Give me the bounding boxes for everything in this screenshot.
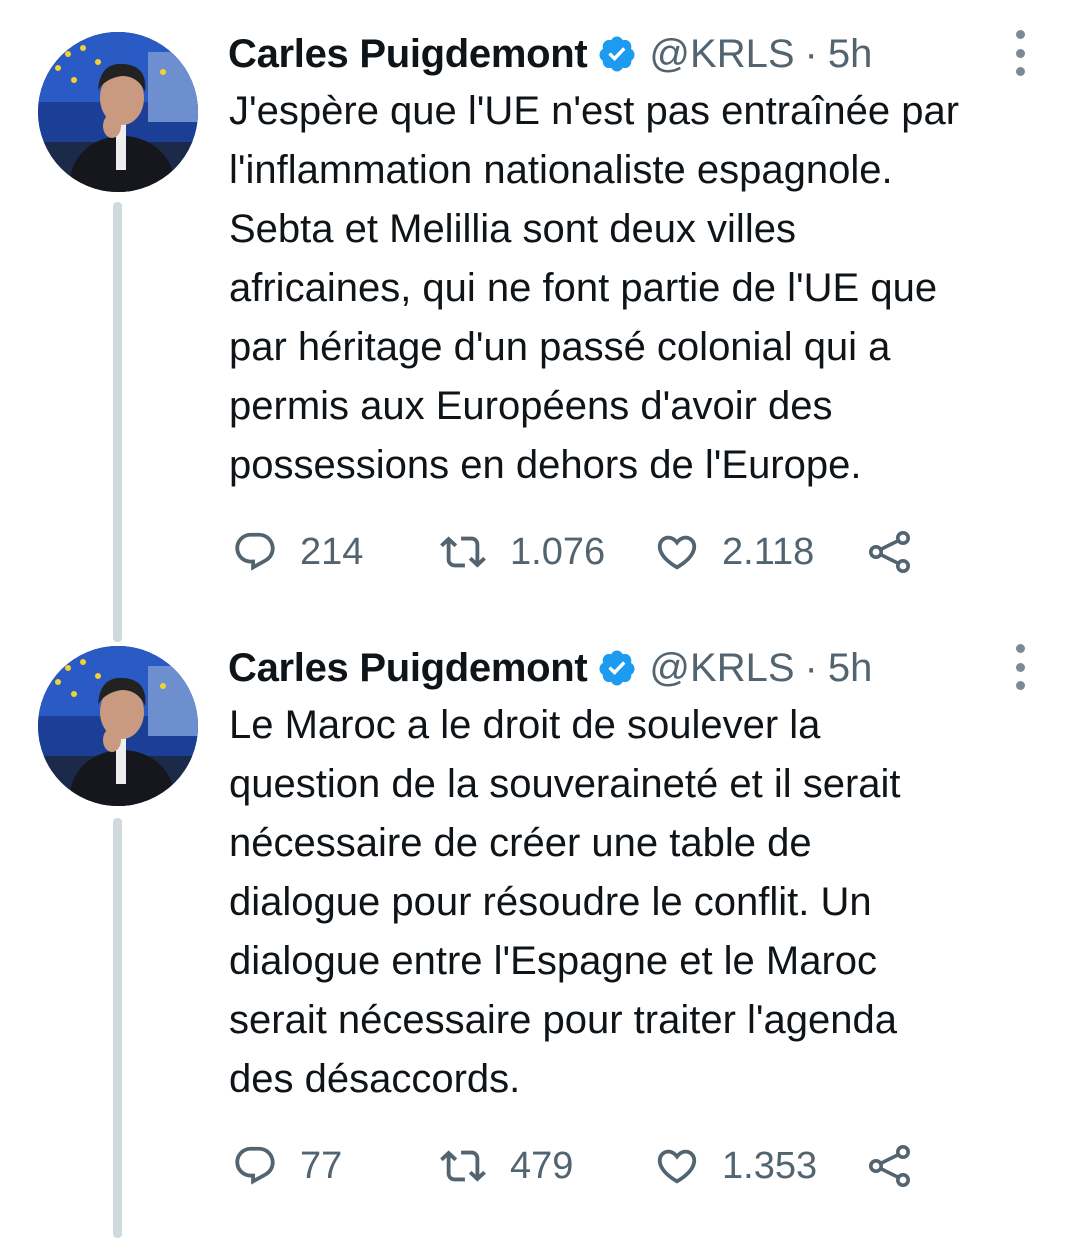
more-options-icon[interactable]: [1008, 644, 1032, 690]
share-button[interactable]: [866, 1136, 914, 1196]
tweet[interactable]: Carles Puigdemont @KRLS · 5h J'espère qu…: [0, 0, 1080, 642]
tweet-actions: 214 1.076 2.118: [228, 522, 948, 582]
tweet-time[interactable]: 5h: [828, 32, 873, 77]
like-count: 2.118: [722, 530, 815, 573]
thread-line: [113, 202, 122, 642]
like-count: 1.353: [722, 1144, 818, 1187]
author-name[interactable]: Carles Puigdemont: [228, 32, 588, 77]
thread-line: [113, 818, 122, 1238]
tweet-header: Carles Puigdemont @KRLS · 5h: [228, 640, 872, 696]
retweet-count: 479: [510, 1144, 574, 1187]
author-name[interactable]: Carles Puigdemont: [228, 646, 588, 691]
tweet[interactable]: Carles Puigdemont @KRLS · 5h Le Maroc a …: [0, 614, 1080, 1238]
reply-count: 214: [300, 530, 364, 573]
share-nodes-icon: [869, 1145, 910, 1187]
more-options-icon[interactable]: [1008, 30, 1032, 76]
speech-bubble-icon: [235, 532, 275, 571]
retweet-button[interactable]: 1.076: [438, 522, 605, 582]
tweet-header: Carles Puigdemont @KRLS · 5h: [228, 26, 872, 82]
retweet-arrows-icon: [440, 1150, 486, 1182]
avatar[interactable]: [38, 32, 198, 192]
retweet-arrows-icon: [440, 536, 486, 568]
author-handle[interactable]: @KRLS: [649, 32, 794, 77]
avatar-photo: [38, 32, 198, 192]
retweet-count: 1.076: [510, 530, 606, 573]
speech-bubble-icon: [235, 1146, 275, 1185]
verified-badge-icon: [597, 648, 637, 688]
retweet-button[interactable]: 479: [438, 1136, 573, 1196]
tweet-time[interactable]: 5h: [828, 646, 873, 691]
avatar-photo: [38, 646, 198, 806]
reply-button[interactable]: 77: [232, 1136, 342, 1196]
tweet-text: J'espère que l'UE n'est pas entraînée pa…: [229, 89, 960, 487]
reply-count: 77: [300, 1144, 343, 1187]
reply-button[interactable]: 214: [232, 522, 363, 582]
avatar[interactable]: [38, 646, 198, 806]
like-button[interactable]: 1.353: [654, 1136, 817, 1196]
separator-dot: ·: [804, 645, 818, 690]
share-button[interactable]: [866, 522, 914, 582]
tweet-text: Le Maroc a le droit de soulever la quest…: [229, 703, 901, 1101]
like-button[interactable]: 2.118: [654, 522, 814, 582]
share-nodes-icon: [869, 531, 910, 573]
separator-dot: ·: [804, 31, 818, 76]
heart-icon: [657, 1149, 697, 1184]
tweet-actions: 77 479 1.353: [228, 1136, 948, 1196]
author-handle[interactable]: @KRLS: [649, 646, 794, 691]
verified-badge-icon: [597, 34, 637, 74]
heart-icon: [657, 535, 697, 570]
